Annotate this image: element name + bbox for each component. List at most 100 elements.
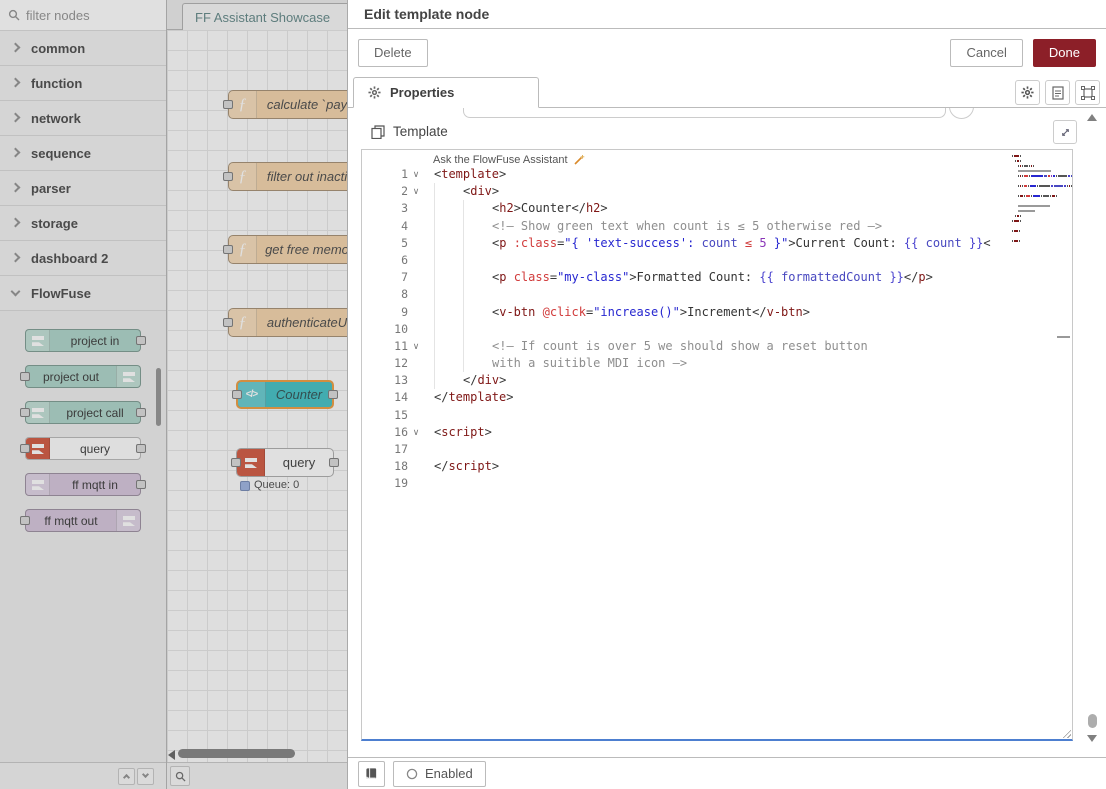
code-line-content: </script> [424, 458, 1072, 475]
fold-marker-icon[interactable]: ∨ [408, 338, 424, 355]
palette-category-common[interactable]: common [0, 31, 166, 66]
search-input[interactable] [26, 8, 136, 23]
palette-node-label: ff mqtt out [26, 514, 116, 528]
fold-marker-icon[interactable]: ∨ [408, 183, 424, 200]
input-port[interactable] [223, 318, 233, 327]
palette-node-query[interactable]: query [25, 437, 141, 460]
code-token: v-btn [767, 305, 803, 319]
palette-category-flowfuse[interactable]: FlowFuse [0, 276, 166, 311]
appearance-button[interactable] [1075, 80, 1100, 105]
flow-node-calculate-pay[interactable]: ƒcalculate `pay [228, 90, 348, 119]
collapse-categories-button[interactable] [118, 768, 135, 785]
input-port[interactable] [223, 172, 233, 181]
minimap-chip [1064, 185, 1066, 187]
code-line: 1∨<template> [362, 166, 1072, 183]
minimap-chip [1018, 205, 1050, 207]
flow-node-authenticateu[interactable]: ƒauthenticateU [228, 308, 348, 337]
palette-category-parser[interactable]: parser [0, 171, 166, 206]
code-line-content: <!— If count is over 5 we should show a … [424, 338, 1072, 355]
minimap-chip [1020, 195, 1023, 197]
palette-category-storage[interactable]: storage [0, 206, 166, 241]
palette-node-project-out[interactable]: project out [25, 365, 141, 388]
palette-search[interactable] [0, 0, 166, 31]
palette-node-project-in[interactable]: project in [25, 329, 141, 352]
input-port[interactable] [20, 408, 30, 417]
line-number: 2 [362, 183, 408, 200]
input-port[interactable] [223, 245, 233, 254]
output-port[interactable] [136, 408, 146, 417]
palette-category-sequence[interactable]: sequence [0, 136, 166, 171]
flow-tab-label: FF Assistant Showcase [195, 10, 330, 25]
delete-button[interactable]: Delete [358, 39, 428, 67]
line-number: 17 [362, 441, 408, 458]
book-icon [365, 767, 378, 780]
palette-node-project-call[interactable]: project call [25, 401, 141, 424]
minimap[interactable] [1012, 153, 1064, 248]
palette-scrollbar-thumb[interactable] [156, 368, 161, 426]
node-status-label: Queue: 0 [254, 479, 299, 491]
name-field-clipped[interactable] [463, 108, 946, 118]
description-button[interactable] [1045, 80, 1070, 105]
minimap-chip [1044, 175, 1047, 177]
code-line: 3<h2>Counter</h2> [362, 200, 1072, 217]
done-button[interactable]: Done [1033, 39, 1096, 67]
fold-marker-icon[interactable]: ∨ [408, 166, 424, 183]
flow-node-counter[interactable]: </>Counter [236, 380, 334, 409]
node-settings-button[interactable] [1015, 80, 1040, 105]
indent-guide [434, 200, 435, 217]
input-port[interactable] [20, 516, 30, 525]
palette-node-ff-mqtt-in[interactable]: ff mqtt in [25, 473, 141, 496]
hscroll-left-arrow[interactable] [168, 750, 175, 760]
indent-guide [463, 269, 464, 286]
navigator-button[interactable] [170, 766, 190, 786]
expand-categories-button[interactable] [137, 768, 154, 785]
input-port[interactable] [20, 444, 30, 453]
tab-properties[interactable]: Properties [353, 77, 539, 108]
minimap-chip [1014, 230, 1018, 232]
code-line: 7<p class="my-class">Formatted Count: {{… [362, 269, 1072, 286]
fold-gutter [408, 441, 424, 458]
flow-node-query[interactable]: query [236, 448, 334, 477]
line-number: 6 [362, 252, 408, 269]
chevron-up-icon [123, 773, 130, 780]
template-code-editor[interactable]: Ask the FlowFuse Assistant 1∨<template>2… [361, 149, 1073, 741]
expand-editor-button[interactable] [1053, 120, 1077, 144]
assistant-hint[interactable]: Ask the FlowFuse Assistant [362, 150, 1072, 166]
flow-tab[interactable]: FF Assistant Showcase [182, 3, 348, 31]
input-port[interactable] [223, 100, 233, 109]
code-token: <!— Show green text when count is ≤ 5 ot… [492, 219, 882, 233]
minimap-chip [1019, 230, 1020, 232]
palette-category-dashboard-2[interactable]: dashboard 2 [0, 241, 166, 276]
palette-node-ff-mqtt-out[interactable]: ff mqtt out [25, 509, 141, 532]
code-token: script [448, 459, 491, 473]
flow-node-label: calculate `pay [257, 97, 348, 112]
code-line-content: <p class="my-class">Formatted Count: {{ … [424, 269, 1072, 286]
tray-scroll-thumb[interactable] [1088, 714, 1097, 728]
function-icon: ƒ [229, 163, 257, 190]
cancel-button[interactable]: Cancel [950, 39, 1022, 67]
fold-gutter [408, 200, 424, 217]
fold-marker-icon[interactable]: ∨ [408, 424, 424, 441]
editor-resize-handle[interactable] [1060, 727, 1071, 738]
code-line: 19 [362, 475, 1072, 492]
output-port[interactable] [136, 444, 146, 453]
flow-node-get-free-memo[interactable]: ƒget free memo [228, 235, 348, 264]
output-port[interactable] [329, 458, 339, 467]
clipped-circle-button[interactable] [949, 108, 974, 119]
code-token: > [485, 425, 492, 439]
tray-scroll-down-arrow[interactable] [1087, 735, 1097, 742]
enabled-toggle-button[interactable]: Enabled [393, 761, 486, 787]
output-port[interactable] [136, 336, 146, 345]
hscroll-thumb[interactable] [178, 749, 295, 758]
input-port[interactable] [232, 390, 242, 399]
input-port[interactable] [20, 372, 30, 381]
fold-gutter [408, 475, 424, 492]
docs-button[interactable] [358, 761, 385, 787]
output-port[interactable] [136, 480, 146, 489]
palette-category-function[interactable]: function [0, 66, 166, 101]
tray-scroll-up-arrow[interactable] [1087, 114, 1097, 121]
output-port[interactable] [328, 390, 338, 399]
flow-node-filter-out-inacti[interactable]: ƒfilter out inacti [228, 162, 348, 191]
input-port[interactable] [231, 458, 241, 467]
palette-category-network[interactable]: network [0, 101, 166, 136]
